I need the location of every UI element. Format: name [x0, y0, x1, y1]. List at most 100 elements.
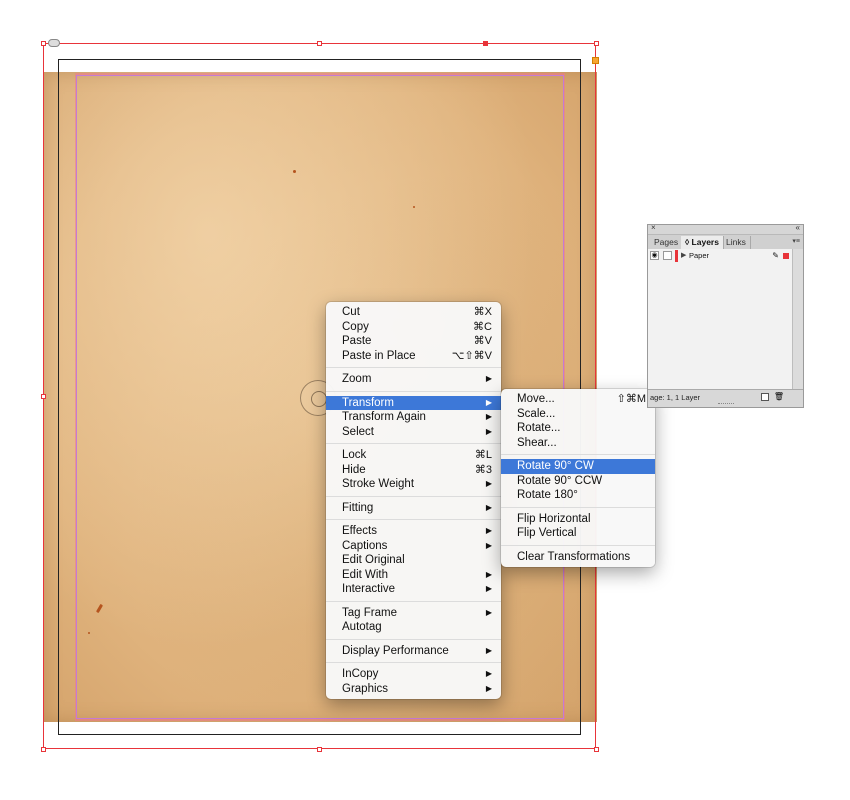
menu-item-label: Flip Vertical: [517, 527, 577, 539]
tab-layers[interactable]: ◊ Layers: [681, 236, 724, 249]
layer-count-info: age: 1, 1 Layer: [650, 393, 701, 402]
menu-item-rotate-180[interactable]: Rotate 180°: [501, 488, 655, 503]
menu-item-edit-with[interactable]: Edit With ▶: [326, 568, 501, 583]
menu-item-label: Rotate 180°: [517, 489, 578, 501]
menu-item-autotag[interactable]: Autotag: [326, 620, 501, 635]
menu-item-rotate[interactable]: Rotate...: [501, 421, 655, 436]
tab-pages[interactable]: Pages: [650, 236, 684, 249]
menu-item-label: Shear...: [517, 436, 557, 449]
menu-item-move[interactable]: Move... ⇧⌘M: [501, 392, 655, 407]
menu-item-label: Effects: [342, 525, 377, 537]
context-menu: Cut ⌘X Copy ⌘C Paste ⌘V Paste in Place ⌥⇧⌘V Zoom…: [326, 302, 501, 699]
menu-item-label: Zoom: [342, 373, 372, 385]
menu-item-label: Display Performance: [342, 644, 449, 657]
submenu-arrow-icon: ▶: [485, 607, 492, 617]
layer-row[interactable]: ◉ ▶ Paper ✎: [648, 250, 793, 262]
menu-item-label: Paste: [342, 335, 372, 347]
frame-handle-top-left[interactable]: [41, 41, 46, 46]
submenu-arrow-icon: ▶: [485, 669, 492, 678]
shortcut-label: ⌥⇧⌘V: [451, 349, 492, 362]
menu-item-paste-in-place[interactable]: Paste in Place ⌥⇧⌘V: [326, 349, 501, 364]
panel-footer: age: 1, 1 Layer 🗑: [648, 389, 803, 407]
shortcut-label: ⌘3: [474, 463, 492, 476]
menu-item-graphics[interactable]: Graphics ▶: [326, 682, 501, 697]
menu-item-shear[interactable]: Shear...: [501, 436, 655, 451]
trash-icon[interactable]: 🗑: [774, 392, 784, 401]
menu-item-hide[interactable]: Hide ⌘3: [326, 463, 501, 478]
submenu-arrow-icon: ▶: [485, 502, 492, 512]
menu-item-label: Rotate...: [517, 422, 561, 434]
frame-handle-top-middle[interactable]: [317, 41, 322, 46]
frame-handle-bottom-left[interactable]: [41, 747, 46, 752]
lock-toggle[interactable]: [663, 251, 672, 260]
menu-item-label: Transform Again: [342, 411, 426, 423]
menu-item-label: Autotag: [342, 621, 382, 633]
menu-item-lock[interactable]: Lock ⌘L: [326, 448, 501, 463]
menu-item-flip-vertical[interactable]: Flip Vertical: [501, 526, 655, 541]
menu-item-copy[interactable]: Copy ⌘C: [326, 320, 501, 335]
submenu-arrow-icon: ▶: [485, 412, 492, 421]
layer-list: ◉ ▶ Paper ✎: [648, 249, 793, 391]
menu-item-select[interactable]: Select ▶: [326, 425, 501, 440]
menu-item-display-performance[interactable]: Display Performance ▶: [326, 644, 501, 659]
menu-separator: [326, 638, 501, 640]
close-icon[interactable]: ×: [651, 223, 656, 232]
eye-icon[interactable]: ◉: [650, 251, 659, 260]
menu-item-label: Flip Horizontal: [517, 512, 591, 525]
menu-item-paste[interactable]: Paste ⌘V: [326, 334, 501, 349]
menu-item-label: Edit Original: [342, 554, 405, 566]
menu-item-rotate-90-ccw[interactable]: Rotate 90° CCW: [501, 474, 655, 489]
tab-links[interactable]: Links: [722, 236, 751, 249]
menu-item-label: Captions: [342, 539, 388, 552]
panel-menu-icon[interactable]: ▾≡: [792, 237, 800, 245]
selection-square-icon[interactable]: [783, 253, 789, 259]
menu-item-flip-horizontal[interactable]: Flip Horizontal: [501, 512, 655, 527]
frame-handle-bottom-middle[interactable]: [317, 747, 322, 752]
panel-tabs: Pages ◊ Layers Links ▾≡: [648, 235, 803, 250]
menu-item-fitting[interactable]: Fitting ▶: [326, 501, 501, 516]
link-icon[interactable]: [48, 39, 60, 47]
menu-item-label: Copy: [342, 320, 369, 333]
new-layer-icon[interactable]: [761, 393, 769, 401]
submenu-arrow-icon: ▶: [485, 584, 492, 593]
submenu-arrow-icon: ▶: [485, 426, 492, 436]
menu-item-tag-frame[interactable]: Tag Frame ▶: [326, 606, 501, 621]
menu-item-zoom[interactable]: Zoom ▶: [326, 372, 501, 387]
menu-item-transform[interactable]: Transform ▶: [326, 395, 501, 410]
menu-item-stroke-weight[interactable]: Stroke Weight ▶: [326, 477, 501, 492]
frame-handle-top-right[interactable]: [594, 41, 599, 46]
frame-handle-middle-left[interactable]: [41, 394, 46, 399]
menu-item-interactive[interactable]: Interactive ▶: [326, 582, 501, 597]
submenu-arrow-icon: ▶: [485, 540, 492, 550]
menu-separator: [501, 544, 655, 546]
menu-item-scale[interactable]: Scale...: [501, 407, 655, 422]
corner-options-icon[interactable]: [592, 57, 599, 64]
menu-item-label: Hide: [342, 463, 366, 476]
menu-item-clear-transformations[interactable]: Clear Transformations: [501, 550, 655, 565]
menu-item-edit-original[interactable]: Edit Original: [326, 553, 501, 568]
resize-grip[interactable]: [718, 403, 734, 406]
submenu-arrow-icon: ▶: [485, 569, 492, 579]
submenu-arrow-icon: ▶: [485, 526, 492, 535]
menu-item-captions[interactable]: Captions ▶: [326, 539, 501, 554]
menu-item-label: Scale...: [517, 407, 556, 420]
frame-handle-bottom-right[interactable]: [594, 747, 599, 752]
submenu-arrow-icon: ▶: [485, 645, 492, 655]
panel-titlebar[interactable]: × «: [648, 223, 803, 235]
menu-item-effects[interactable]: Effects ▶: [326, 524, 501, 539]
scrollbar[interactable]: [792, 249, 803, 391]
menu-item-label: Graphics: [342, 682, 389, 695]
menu-item-incopy[interactable]: InCopy ▶: [326, 667, 501, 682]
submenu-arrow-icon: ▶: [485, 683, 492, 693]
menu-item-label: Lock: [342, 449, 367, 461]
menu-separator: [326, 495, 501, 497]
menu-item-cut[interactable]: Cut ⌘X: [326, 305, 501, 320]
menu-item-rotate-90-cw[interactable]: Rotate 90° CW: [501, 459, 655, 474]
collapse-icon[interactable]: «: [796, 223, 800, 232]
frame-handle-top-marker[interactable]: [483, 41, 488, 46]
menu-separator: [326, 662, 501, 663]
menu-item-label: Stroke Weight: [342, 478, 415, 490]
menu-separator: [326, 519, 501, 520]
menu-item-transform-again[interactable]: Transform Again ▶: [326, 410, 501, 425]
expand-triangle-icon[interactable]: ▶: [681, 250, 686, 262]
